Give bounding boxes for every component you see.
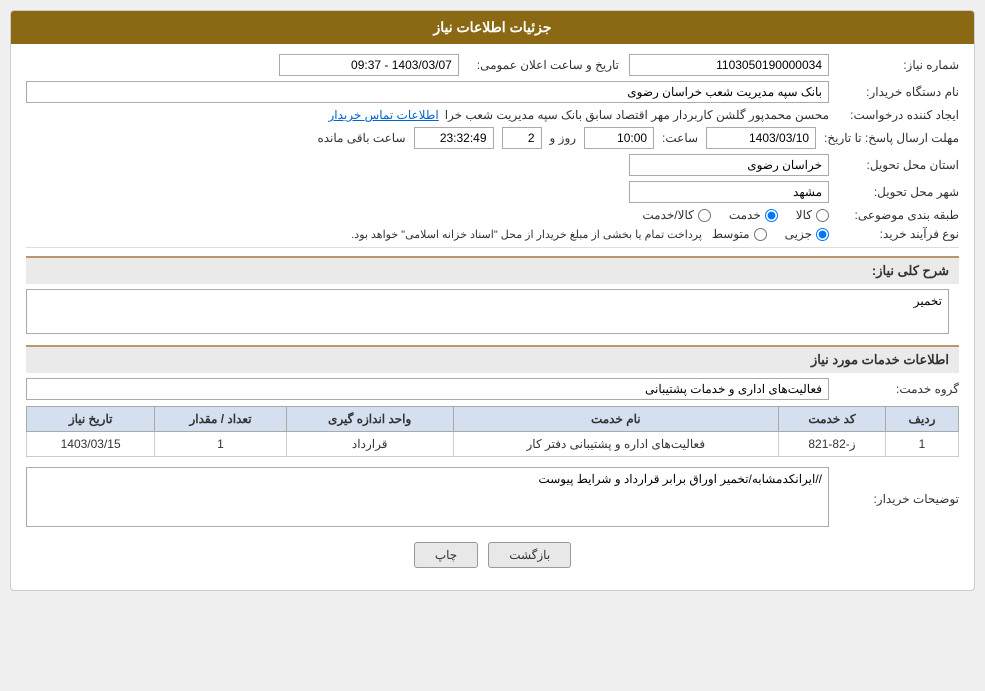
value-dastaghah <box>26 81 829 103</box>
page-title: جزئیات اطلاعات نیاز <box>433 19 551 35</box>
value-ostan <box>26 154 829 176</box>
textarea-sharh[interactable]: تخمیر <box>26 289 949 334</box>
value-ijad: محسن محمدپور گلشن کاربردار مهر اقتصاد سا… <box>26 108 829 122</box>
radio-khadamat[interactable]: خدمت <box>729 208 778 222</box>
th-kod: کد خدمت <box>779 407 886 432</box>
th-vahed: واحد اندازه گیری <box>286 407 453 432</box>
link-tamas[interactable]: اطلاعات تماس خریدار <box>328 108 438 122</box>
label-mohlat-baqi: ساعت باقی مانده <box>317 131 405 145</box>
section-sharh: شرح کلی نیاز: <box>26 256 959 284</box>
th-tedad: تعداد / مقدار <box>155 407 287 432</box>
row-shenbare: شماره نیاز: تاریخ و ساعت اعلان عمومی: <box>26 54 959 76</box>
label-gorohe: گروه خدمت: <box>829 382 959 396</box>
main-card: جزئیات اطلاعات نیاز شماره نیاز: تاریخ و … <box>10 10 975 591</box>
row-tabaqe: طبقه بندی موضوعی: کالا خدمت <box>26 208 959 222</box>
label-tarikh: تاریخ و ساعت اعلان عمومی: <box>469 58 619 72</box>
input-mohlat-baqi[interactable] <box>414 127 494 149</box>
textarea-tozihat[interactable]: //ایرانکدمشابه/تخمیر اوراق برابر قرارداد… <box>26 467 829 527</box>
radio-label-jozii: جزیی <box>785 227 812 241</box>
radio-input-jozii[interactable] <box>816 228 829 241</box>
cell-kod: ز-82-821 <box>779 432 886 457</box>
btn-back[interactable]: بازگشت <box>488 542 571 568</box>
row-ostan: استان محل تحویل: <box>26 154 959 176</box>
radio-input-kala-khadamat[interactable] <box>698 209 711 222</box>
row-dastaghah: نام دستگاه خریدار: <box>26 81 959 103</box>
cell-tedad: 1 <box>155 432 287 457</box>
radio-input-motovaset[interactable] <box>754 228 767 241</box>
value-nooe: جزیی متوسط پرداخت تمام یا بخشی از مبلغ خ… <box>26 227 829 241</box>
label-tabaqe: طبقه بندی موضوعی: <box>829 208 959 222</box>
cell-radif: 1 <box>885 432 958 457</box>
cell-tarikh: 1403/03/15 <box>27 432 155 457</box>
card-header: جزئیات اطلاعات نیاز <box>11 11 974 44</box>
radio-label-kala-khadamat: کالا/خدمت <box>642 208 693 222</box>
input-mohlat-rooz[interactable] <box>502 127 542 149</box>
buttons-row: چاپ بازگشت <box>26 542 959 568</box>
th-nam: نام خدمت <box>453 407 778 432</box>
input-mohlat-date[interactable] <box>706 127 816 149</box>
th-radif: ردیف <box>885 407 958 432</box>
section-sharh-label: شرح کلی نیاز: <box>872 263 949 278</box>
input-shahr[interactable] <box>629 181 829 203</box>
btn-print[interactable]: چاپ <box>414 542 478 568</box>
radio-jozii[interactable]: جزیی <box>785 227 829 241</box>
page-container: جزئیات اطلاعات نیاز شماره نیاز: تاریخ و … <box>0 0 985 691</box>
cell-nam: فعالیت‌های اداره و پشتیبانی دفتر کار <box>453 432 778 457</box>
label-shahr: شهر محل تحویل: <box>829 185 959 199</box>
value-tabaqe: کالا خدمت کالا/خدمت <box>26 208 829 222</box>
label-mohlat-rooz: روز و <box>550 131 577 145</box>
ijad-text: محسن محمدپور گلشن کاربردار مهر اقتصاد سا… <box>445 108 829 122</box>
radio-label-kala: کالا <box>796 208 812 222</box>
input-ostan[interactable] <box>629 154 829 176</box>
label-nooe: نوع فرآیند خرید: <box>829 227 959 241</box>
label-tozihat: توضیحات خریدار: <box>829 492 959 506</box>
row-gorohe: گروه خدمت: <box>26 378 959 400</box>
label-ostan: استان محل تحویل: <box>829 158 959 172</box>
th-tarikh: تاریخ نیاز <box>27 407 155 432</box>
row-ijad: ایجاد کننده درخواست: محسن محمدپور گلشن ک… <box>26 108 959 122</box>
section-khadamat-label: اطلاعات خدمات مورد نیاز <box>811 352 949 367</box>
radio-kala[interactable]: کالا <box>796 208 829 222</box>
row-nooe: نوع فرآیند خرید: جزیی متوسط <box>26 227 959 241</box>
cell-vahed: قرارداد <box>286 432 453 457</box>
input-shenbare[interactable] <box>629 54 829 76</box>
value-gorohe <box>26 378 829 400</box>
services-table: ردیف کد خدمت نام خدمت واحد اندازه گیری ت… <box>26 406 959 457</box>
input-gorohe[interactable] <box>26 378 829 400</box>
radio-label-motovaset: متوسط <box>712 227 750 241</box>
radio-motovaset[interactable]: متوسط <box>712 227 767 241</box>
input-mohlat-saat[interactable] <box>584 127 654 149</box>
label-ijad: ایجاد کننده درخواست: <box>829 108 959 122</box>
section-khadamat: اطلاعات خدمات مورد نیاز <box>26 345 959 373</box>
row-mohlat: مهلت ارسال پاسخ: تا تاریخ: ساعت: روز و س… <box>26 127 959 149</box>
radio-kala-khadamat[interactable]: کالا/خدمت <box>642 208 710 222</box>
value-shenbare: تاریخ و ساعت اعلان عمومی: <box>26 54 829 76</box>
label-mohlat-saat: ساعت: <box>662 131 698 145</box>
value-shahr <box>26 181 829 203</box>
card-body: شماره نیاز: تاریخ و ساعت اعلان عمومی: نا… <box>11 44 974 590</box>
radio-input-kala[interactable] <box>816 209 829 222</box>
label-dastaghah: نام دستگاه خریدار: <box>829 85 959 99</box>
value-tozihat: //ایرانکدمشابه/تخمیر اوراق برابر قرارداد… <box>26 467 829 530</box>
row-tozihat: توضیحات خریدار: //ایرانکدمشابه/تخمیر اور… <box>26 467 959 530</box>
nooe-note: پرداخت تمام یا بخشی از مبلغ خریدار از مح… <box>351 228 702 241</box>
row-shahr: شهر محل تحویل: <box>26 181 959 203</box>
radio-label-khadamat: خدمت <box>729 208 761 222</box>
label-shenbare: شماره نیاز: <box>829 58 959 72</box>
row-sharh: تخمیر <box>26 289 959 337</box>
label-mohlat: مهلت ارسال پاسخ: تا تاریخ: <box>816 131 959 145</box>
input-tarikh[interactable] <box>279 54 459 76</box>
input-dastaghah[interactable] <box>26 81 829 103</box>
value-mohlat: ساعت: روز و ساعت باقی مانده <box>26 127 816 149</box>
value-sharh: تخمیر <box>26 289 959 337</box>
table-row: 1 ز-82-821 فعالیت‌های اداره و پشتیبانی د… <box>27 432 959 457</box>
radio-input-khadamat[interactable] <box>765 209 778 222</box>
divider-1 <box>26 247 959 248</box>
